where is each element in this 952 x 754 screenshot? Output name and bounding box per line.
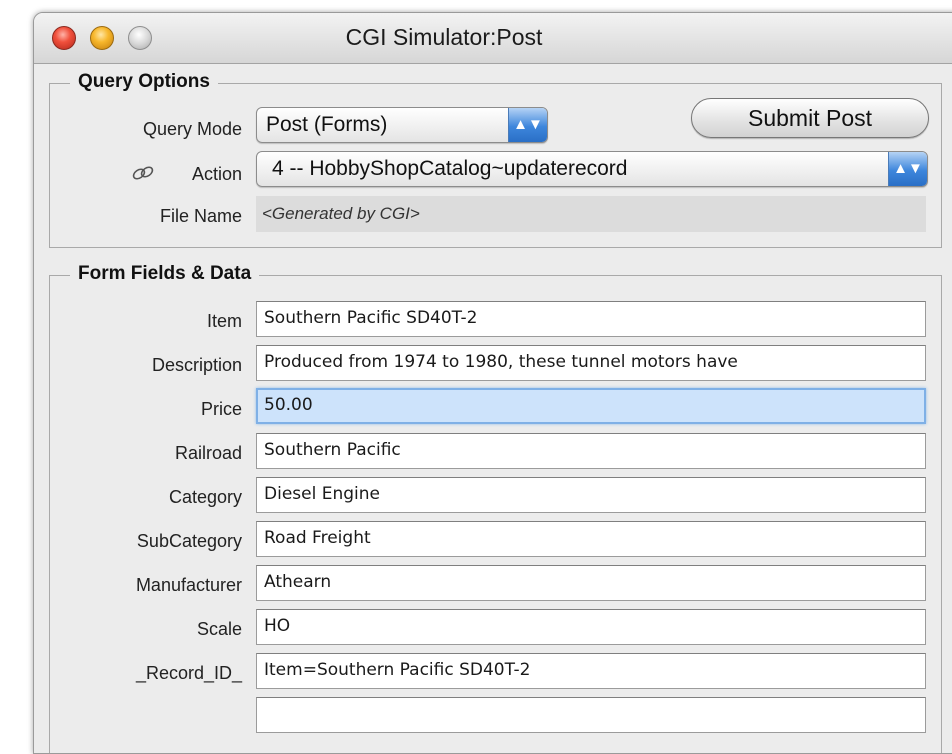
field-label: _Record_ID_	[135, 663, 242, 683]
scale-input[interactable]: HO	[256, 609, 926, 645]
chain-link-icon	[132, 166, 154, 180]
field-label: Category	[168, 487, 242, 507]
updown-arrows-icon: ▲▼	[888, 152, 927, 186]
field-label: Scale	[196, 619, 242, 639]
subcategory-input[interactable]: Road Freight	[256, 521, 926, 557]
window-title: CGI Simulator:Post	[345, 24, 543, 50]
price-input[interactable]: 50.00	[256, 388, 926, 424]
manufacturer-input[interactable]: Athearn	[256, 565, 926, 601]
query-mode-value: Post (Forms)	[266, 113, 388, 136]
field-label: Price	[200, 399, 242, 419]
field-label: Description	[151, 355, 242, 375]
submit-post-button[interactable]: Submit Post	[691, 98, 929, 138]
query-mode-label: Query Mode	[142, 119, 242, 139]
file-name-value: <Generated by CGI>	[256, 196, 926, 232]
item-input[interactable]: Southern Pacific SD40T-2	[256, 301, 926, 337]
railroad-input[interactable]: Southern Pacific	[256, 433, 926, 469]
field-label: Item	[206, 311, 242, 331]
title-bar[interactable]: CGI Simulator:Post	[34, 13, 952, 64]
field-label: SubCategory	[136, 531, 242, 551]
query-options-title: Query Options	[70, 71, 218, 93]
action-label: Action	[191, 164, 242, 184]
file-name-label: File Name	[159, 206, 242, 226]
description-input[interactable]: Produced from 1974 to 1980, these tunnel…	[256, 345, 926, 381]
form-fields-title: Form Fields & Data	[70, 263, 260, 285]
action-value: 4 -- HobbyShopCatalog~updaterecord	[272, 157, 628, 180]
action-select[interactable]: 4 -- HobbyShopCatalog~updaterecord ▲▼	[256, 151, 928, 187]
category-input[interactable]: Diesel Engine	[256, 477, 926, 513]
query-mode-select[interactable]: Post (Forms) ▲▼	[256, 107, 548, 143]
field-label: Manufacturer	[135, 575, 242, 595]
updown-arrows-icon: ▲▼	[508, 108, 547, 142]
record-id-input[interactable]: Item=Southern Pacific SD40T-2	[256, 653, 926, 689]
field-label: Railroad	[174, 443, 242, 463]
cgi-simulator-window: CGI Simulator:Post Query Options Query M…	[33, 12, 952, 754]
